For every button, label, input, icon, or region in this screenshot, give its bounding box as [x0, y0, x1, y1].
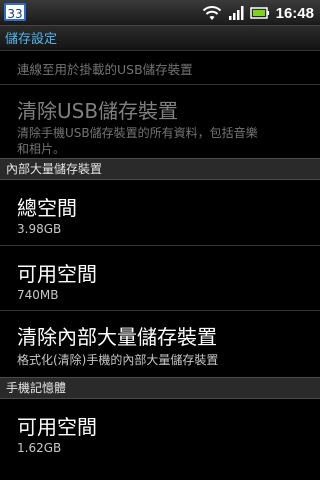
erase-internal-summary: 格式化(清除)手機的內部大量儲存裝置: [17, 353, 219, 367]
status-bar: 33 16:48: [0, 0, 320, 26]
total-space-value: 3.98GB: [17, 222, 62, 236]
total-space-item: 總空間 3.98GB: [0, 180, 320, 245]
available-space-item: 可用空間 740MB: [0, 246, 320, 310]
title-bar: 儲存設定: [0, 26, 320, 51]
phone-available-space-item: 可用空間 1.62GB: [0, 399, 320, 469]
erase-usb-item[interactable]: 清除USB儲存裝置 清除手機USB儲存裝置的所有資料，包括音樂 和相片。: [0, 85, 320, 158]
signal-icon: [228, 6, 244, 20]
section-header-internal-storage: 內部大量儲存裝置: [0, 158, 320, 180]
unmount-usb-summary: 連線至用於掛載的USB儲存裝置: [17, 62, 193, 77]
unmount-usb-item[interactable]: 連線至用於掛載的USB儲存裝置: [0, 51, 320, 84]
settings-list: 連線至用於掛載的USB儲存裝置 清除USB儲存裝置 清除手機USB儲存裝置的所有…: [0, 51, 320, 469]
erase-usb-title: 清除USB儲存裝置: [17, 99, 179, 123]
clock: 16:48: [275, 4, 314, 22]
erase-usb-summary-line2: 和相片。: [17, 142, 66, 156]
status-icons: 16:48: [202, 3, 314, 23]
available-space-title: 可用空間: [17, 262, 97, 286]
section-header-label: 手機記憶體: [6, 381, 67, 395]
erase-internal-storage-item[interactable]: 清除內部大量儲存裝置 格式化(清除)手機的內部大量儲存裝置: [0, 311, 320, 377]
phone-available-space-value: 1.62GB: [17, 441, 62, 455]
available-space-value: 740MB: [17, 288, 59, 302]
phone-available-space-title: 可用空間: [17, 415, 97, 439]
page-title: 儲存設定: [5, 32, 58, 47]
section-header-phone-memory: 手機記憶體: [0, 377, 320, 399]
notification-badge[interactable]: 33: [4, 3, 26, 21]
total-space-title: 總空間: [17, 196, 77, 220]
wifi-icon: [202, 6, 221, 20]
section-header-label: 內部大量儲存裝置: [6, 162, 103, 176]
battery-icon: [249, 7, 269, 19]
erase-internal-title: 清除內部大量儲存裝置: [17, 325, 217, 349]
erase-usb-summary-line1: 清除手機USB儲存裝置的所有資料，包括音樂: [17, 126, 258, 140]
